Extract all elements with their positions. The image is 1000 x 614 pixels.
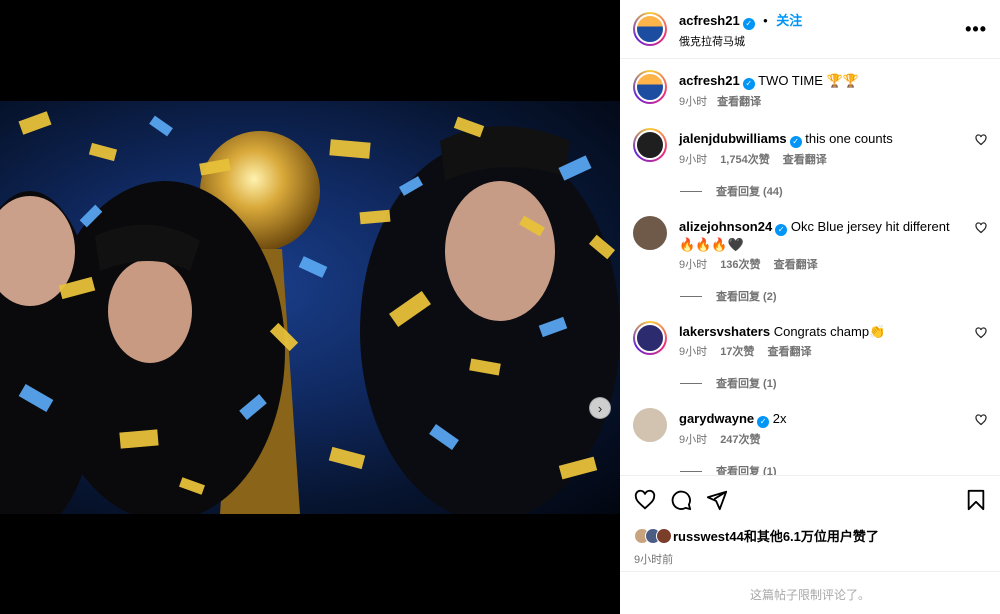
view-replies-button[interactable]: 查看回复 (2): [680, 288, 987, 304]
separator-dot: •: [763, 12, 768, 28]
caption: acfresh21 ✓ TWO TIME 🏆🏆 9小时 查看翻译: [633, 70, 987, 111]
verified-badge-icon: ✓: [742, 78, 755, 90]
translate-link[interactable]: 查看翻译: [774, 259, 818, 271]
commenter-username[interactable]: lakersvshaters: [679, 324, 770, 339]
comment: lakersvshaters Congrats champ👏 9小时 17次赞 …: [633, 321, 987, 391]
media-area: ›: [0, 0, 620, 614]
likes-text[interactable]: russwest44和其他6.1万位用户赞了: [673, 526, 879, 545]
author-username[interactable]: acfresh21: [679, 13, 740, 28]
comment-likes[interactable]: 136次赞: [720, 259, 760, 271]
comment-likes[interactable]: 17次赞: [720, 346, 754, 358]
action-bar: russwest44和其他6.1万位用户赞了 9小时前: [620, 475, 1000, 567]
post-header: acfresh21 ✓ • 关注 俄克拉荷马城 •••: [620, 0, 1000, 59]
commenter-username[interactable]: alizejohnson24: [679, 219, 772, 234]
like-comment-heart-icon[interactable]: [975, 327, 987, 339]
like-comment-heart-icon[interactable]: [975, 222, 987, 234]
author-avatar[interactable]: [633, 12, 667, 46]
commenter-avatar[interactable]: [633, 321, 667, 355]
comments-list[interactable]: acfresh21 ✓ TWO TIME 🏆🏆 9小时 查看翻译 jalenjdub…: [620, 60, 1000, 475]
comment: garydwayne ✓ 2x 9小时 247次赞 查看回复 (1): [633, 408, 987, 475]
comment-text: Congrats champ👏: [773, 324, 886, 339]
more-options-icon[interactable]: •••: [965, 19, 987, 40]
post-photo[interactable]: ›: [0, 101, 620, 514]
comment-time[interactable]: 9小时: [679, 346, 707, 358]
view-replies-label[interactable]: 查看回复 (1): [716, 463, 777, 475]
follow-button[interactable]: 关注: [776, 13, 802, 28]
caption-text: TWO TIME 🏆🏆: [758, 73, 859, 88]
view-replies-label[interactable]: 查看回复 (44): [716, 183, 783, 199]
commenter-avatar[interactable]: [633, 408, 667, 442]
comment-text: 2x: [772, 411, 787, 426]
liker-avatars: [634, 527, 672, 544]
post-location[interactable]: 俄克拉荷马城: [679, 33, 802, 49]
view-replies-label[interactable]: 查看回复 (1): [716, 375, 777, 391]
view-replies-button[interactable]: 查看回复 (1): [680, 463, 987, 475]
comment-text: this one counts: [805, 131, 893, 146]
translate-link[interactable]: 查看翻译: [768, 346, 812, 358]
bookmark-icon[interactable]: [966, 489, 986, 511]
comment-icon[interactable]: [670, 489, 692, 511]
next-slide-button[interactable]: ›: [589, 397, 611, 419]
verified-badge-icon: ✓: [742, 17, 755, 30]
comment-time[interactable]: 9小时: [679, 259, 707, 271]
view-replies-button[interactable]: 查看回复 (44): [680, 183, 987, 199]
verified-badge-icon: ✓: [757, 416, 770, 428]
comment: jalenjdubwilliams ✓ this one counts 9小时 1…: [633, 128, 987, 199]
translate-link[interactable]: 查看翻译: [717, 96, 761, 108]
commenter-username[interactable]: garydwayne: [679, 411, 754, 426]
comment-likes[interactable]: 247次赞: [720, 434, 760, 446]
comment: alizejohnson24 ✓ Okc Blue jersey hit diff…: [633, 216, 987, 304]
comment-time[interactable]: 9小时: [679, 154, 707, 166]
verified-badge-icon: ✓: [775, 224, 788, 236]
commenter-username[interactable]: jalenjdubwilliams: [679, 131, 787, 146]
comment-likes[interactable]: 1,754次赞: [720, 154, 770, 166]
like-comment-heart-icon[interactable]: [975, 134, 987, 146]
post-viewer: › acfresh21 ✓ • 关注 俄克拉荷马城 ••• acfresh21 ✓: [0, 0, 1000, 614]
view-replies-label[interactable]: 查看回复 (2): [716, 288, 777, 304]
commenter-avatar[interactable]: [633, 216, 667, 250]
view-replies-button[interactable]: 查看回复 (1): [680, 375, 987, 391]
caption-username[interactable]: acfresh21: [679, 73, 740, 88]
likes-summary[interactable]: russwest44和其他6.1万位用户赞了: [634, 526, 986, 545]
verified-badge-icon: ✓: [789, 136, 802, 148]
heart-icon[interactable]: [634, 489, 656, 511]
celebration-photo: [0, 111, 620, 514]
caption-avatar[interactable]: [633, 70, 667, 104]
comments-restricted-notice: 这篇帖子限制评论了。: [620, 571, 1000, 614]
post-panel: acfresh21 ✓ • 关注 俄克拉荷马城 ••• acfresh21 ✓ TW…: [620, 0, 1000, 614]
like-comment-heart-icon[interactable]: [975, 414, 987, 426]
share-icon[interactable]: [706, 489, 728, 511]
posted-time[interactable]: 9小时前: [634, 551, 986, 567]
commenter-avatar[interactable]: [633, 128, 667, 162]
comment-time[interactable]: 9小时: [679, 434, 707, 446]
translate-link[interactable]: 查看翻译: [783, 154, 827, 166]
caption-time[interactable]: 9小时: [679, 96, 707, 108]
chevron-right-icon: ›: [597, 400, 603, 416]
